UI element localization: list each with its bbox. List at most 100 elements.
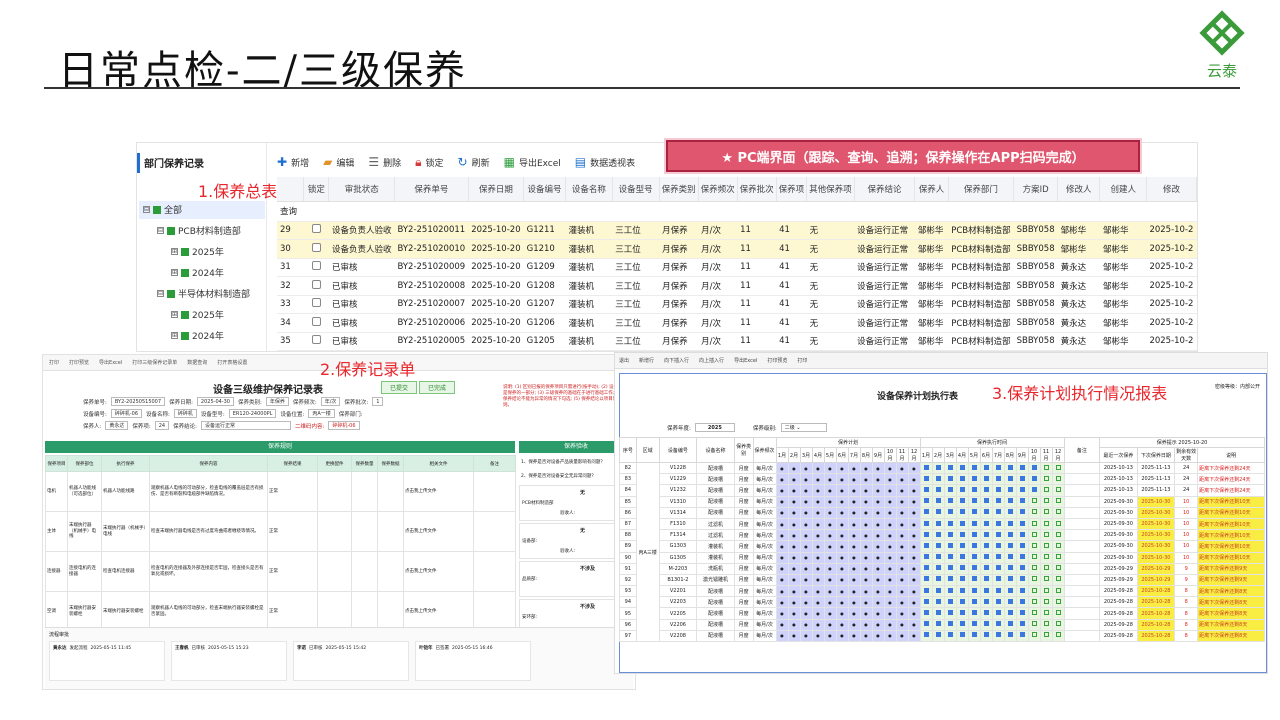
exec-checkbox[interactable] [971, 486, 977, 492]
column-header[interactable]: 创建人 [1099, 177, 1147, 202]
exec-checkbox[interactable] [947, 531, 953, 537]
exec-checkbox[interactable] [947, 509, 953, 515]
exec-checkbox[interactable] [923, 486, 929, 492]
exec-checkbox[interactable] [983, 554, 989, 560]
exec-checkbox[interactable] [923, 531, 929, 537]
exec-checkbox[interactable] [1019, 554, 1025, 560]
exec-checkbox[interactable] [1043, 598, 1049, 604]
level-select[interactable]: 二级 ⌄ [780, 423, 827, 432]
exec-checkbox[interactable] [995, 531, 1001, 537]
exec-checkbox[interactable] [1007, 486, 1013, 492]
exec-checkbox[interactable] [1055, 509, 1061, 515]
toolbar-button[interactable]: 导出Excel [734, 357, 757, 364]
exec-checkbox[interactable] [995, 464, 1001, 470]
exec-checkbox[interactable] [923, 464, 929, 470]
exec-checkbox[interactable] [1043, 542, 1049, 548]
table-row[interactable]: 95 V2205 配液槽 月度 每月/次 ● ● ● ● ● ● ● ● ● ● ● ● 2025-09-28 20… [619, 607, 1265, 620]
exec-checkbox[interactable] [1031, 632, 1037, 638]
exec-checkbox[interactable] [1019, 610, 1025, 616]
exec-checkbox[interactable] [1055, 520, 1061, 526]
table-row[interactable]: 84 V1232 配液槽 月度 每月/次 ● ● ● ● ● ● ● ● ● ● ● ● 2025-10-13 20… [619, 484, 1265, 497]
export-excel-button[interactable]: ▦ 导出Excel [504, 155, 561, 169]
tree-item[interactable]: ⊞ 2024年 [171, 329, 224, 342]
collapse-icon[interactable]: ⊟ [157, 290, 164, 297]
lock-checkbox[interactable] [311, 242, 321, 252]
exec-checkbox[interactable] [935, 632, 941, 638]
exec-checkbox[interactable] [1007, 520, 1013, 526]
exec-checkbox[interactable] [1043, 531, 1049, 537]
toolbar-button[interactable]: 向上插入行 [699, 357, 724, 364]
exec-checkbox[interactable] [935, 621, 941, 627]
exec-checkbox[interactable] [1055, 610, 1061, 616]
exec-checkbox[interactable] [1043, 520, 1049, 526]
exec-checkbox[interactable] [947, 610, 953, 616]
exec-checkbox[interactable] [1043, 498, 1049, 504]
exec-checkbox[interactable] [1031, 598, 1037, 604]
delete-button[interactable]: ☰ 删除 [368, 155, 401, 169]
exec-checkbox[interactable] [1019, 587, 1025, 593]
table-row[interactable]: 82 丙A三楼 V1228 配液槽 月度 每月/次 ● ● ● ● ● ● ● ● ● ● ● ● 2025-10-… [619, 461, 1265, 642]
toolbar-button[interactable]: 打开表格设置 [217, 359, 247, 366]
toolbar-button[interactable]: 向下插入行 [664, 357, 689, 364]
exec-checkbox[interactable] [995, 587, 1001, 593]
exec-checkbox[interactable] [923, 632, 929, 638]
exec-checkbox[interactable] [995, 565, 1001, 571]
exec-checkbox[interactable] [923, 610, 929, 616]
exec-checkbox[interactable] [923, 520, 929, 526]
exec-checkbox[interactable] [1031, 464, 1037, 470]
exec-checkbox[interactable] [1019, 576, 1025, 582]
frequency-field[interactable]: 年/次 [320, 397, 341, 406]
column-header[interactable]: 保养批次 [737, 177, 777, 202]
exec-checkbox[interactable] [1043, 509, 1049, 515]
table-row[interactable]: 29 设备负责人验收 BY2-251020011 2025-10-20 G1211 灌装机… [277, 221, 1197, 240]
exec-checkbox[interactable] [1055, 565, 1061, 571]
column-header[interactable]: 保养日期 [468, 177, 525, 202]
exec-checkbox[interactable] [1019, 475, 1025, 481]
exec-checkbox[interactable] [983, 520, 989, 526]
exec-checkbox[interactable] [959, 520, 965, 526]
upload-file-link[interactable]: 点击我上传文件 [403, 551, 474, 592]
exec-checkbox[interactable] [983, 576, 989, 582]
pivot-table-button[interactable]: ▤ 数据透视表 [575, 155, 635, 169]
exec-checkbox[interactable] [995, 554, 1001, 560]
exec-checkbox[interactable] [959, 542, 965, 548]
exec-checkbox[interactable] [923, 475, 929, 481]
exec-checkbox[interactable] [1019, 621, 1025, 627]
expand-icon[interactable]: ⊞ [171, 332, 178, 339]
exec-checkbox[interactable] [947, 554, 953, 560]
exec-checkbox[interactable] [923, 576, 929, 582]
exec-checkbox[interactable] [1055, 542, 1061, 548]
exec-checkbox[interactable] [1007, 542, 1013, 548]
exec-checkbox[interactable] [1031, 520, 1037, 526]
exec-checkbox[interactable] [983, 475, 989, 481]
exec-checkbox[interactable] [1055, 587, 1061, 593]
exec-checkbox[interactable] [959, 464, 965, 470]
exec-checkbox[interactable] [959, 531, 965, 537]
lock-checkbox[interactable] [311, 261, 321, 271]
exec-checkbox[interactable] [995, 632, 1001, 638]
exec-checkbox[interactable] [1055, 576, 1061, 582]
exec-checkbox[interactable] [983, 531, 989, 537]
exec-checkbox[interactable] [1007, 498, 1013, 504]
exec-checkbox[interactable] [935, 598, 941, 604]
exec-checkbox[interactable] [947, 520, 953, 526]
exec-checkbox[interactable] [1043, 554, 1049, 560]
column-header[interactable]: 保养频次 [698, 177, 738, 202]
exec-checkbox[interactable] [947, 498, 953, 504]
column-header[interactable]: 保养单号 [394, 177, 469, 202]
exec-checkbox[interactable] [983, 542, 989, 548]
exec-checkbox[interactable] [1043, 486, 1049, 492]
exec-checkbox[interactable] [1007, 632, 1013, 638]
exec-checkbox[interactable] [959, 610, 965, 616]
exec-checkbox[interactable] [1031, 509, 1037, 515]
exec-checkbox[interactable] [1043, 610, 1049, 616]
exec-checkbox[interactable] [1007, 621, 1013, 627]
exec-checkbox[interactable] [1019, 520, 1025, 526]
column-header[interactable]: 设备名称 [565, 177, 613, 202]
exec-checkbox[interactable] [995, 621, 1001, 627]
exec-checkbox[interactable] [995, 542, 1001, 548]
exec-checkbox[interactable] [1019, 509, 1025, 515]
expand-icon[interactable]: ⊞ [171, 311, 178, 318]
exec-checkbox[interactable] [923, 565, 929, 571]
add-button[interactable]: ✚ 新增 [277, 155, 309, 169]
